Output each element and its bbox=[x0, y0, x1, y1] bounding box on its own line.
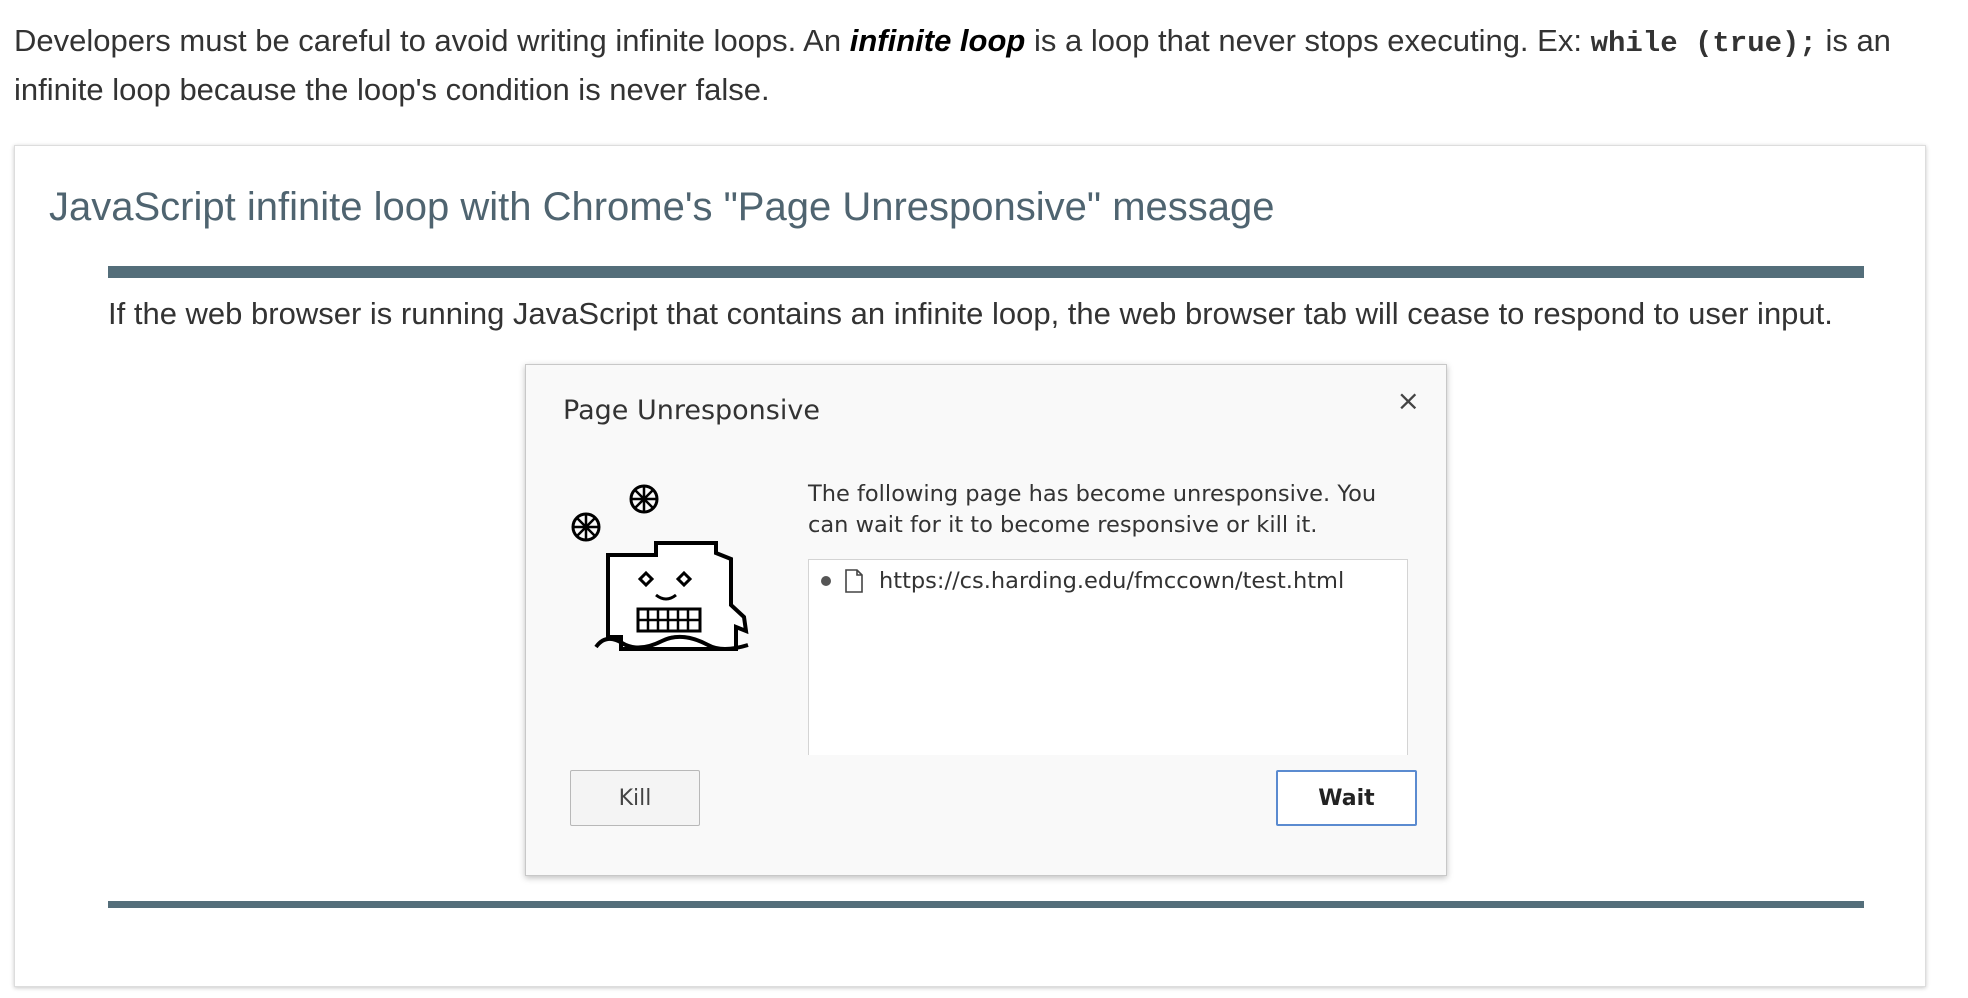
figure-top-rule bbox=[108, 266, 1864, 278]
figure-card: JavaScript infinite loop with Chrome's "… bbox=[14, 145, 1926, 987]
figure-bottom-rule bbox=[108, 901, 1864, 908]
intro-code: while (true); bbox=[1590, 27, 1817, 60]
page-icon bbox=[845, 569, 863, 593]
intro-text-before: Developers must be careful to avoid writ… bbox=[14, 23, 850, 58]
close-icon[interactable]: × bbox=[1397, 387, 1420, 415]
gear-icon bbox=[571, 512, 601, 542]
figure-caption: If the web browser is running JavaScript… bbox=[108, 296, 1833, 331]
list-item: https://cs.harding.edu/fmccown/test.html bbox=[821, 568, 1344, 594]
page-unresponsive-dialog: Page Unresponsive × The following page h… bbox=[525, 364, 1447, 876]
kill-button[interactable]: Kill bbox=[570, 770, 700, 826]
intro-term: infinite loop bbox=[849, 23, 1026, 58]
dead-tab-icon bbox=[571, 484, 749, 651]
unresponsive-page-list: https://cs.harding.edu/fmccown/test.html bbox=[808, 559, 1408, 755]
wait-button[interactable]: Wait bbox=[1276, 770, 1417, 826]
bullet-icon bbox=[821, 576, 831, 586]
figure-title: JavaScript infinite loop with Chrome's "… bbox=[49, 185, 1275, 229]
intro-text-middle: is a loop that never stops executing. Ex… bbox=[1025, 23, 1591, 58]
page-url: https://cs.harding.edu/fmccown/test.html bbox=[879, 568, 1345, 594]
dialog-message: The following page has become unresponsi… bbox=[808, 481, 1377, 538]
gear-icon bbox=[629, 484, 659, 514]
dialog-title: Page Unresponsive bbox=[563, 395, 820, 426]
intro-paragraph: Developers must be careful to avoid writ… bbox=[14, 18, 1934, 113]
